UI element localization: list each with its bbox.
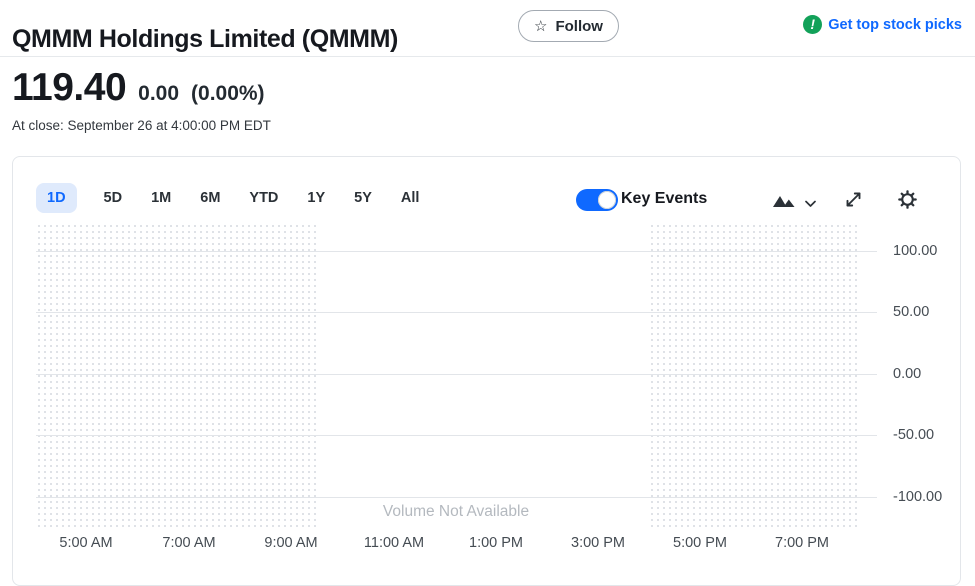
premarket-session-shading (36, 223, 316, 531)
range-tab-6m[interactable]: 6M (198, 183, 222, 213)
x-axis-tick: 1:00 PM (469, 535, 523, 551)
chart-type-selector[interactable] (773, 194, 816, 213)
x-axis-tick: 7:00 AM (162, 535, 215, 551)
y-axis-tick: 0.00 (893, 366, 921, 382)
y-axis-tick: -100.00 (893, 489, 942, 505)
volume-not-available-note: Volume Not Available (383, 503, 529, 521)
page-title: QMMM Holdings Limited (QMMM) (12, 25, 398, 54)
follow-label: Follow (555, 18, 603, 35)
settings-gear-icon[interactable] (897, 189, 918, 210)
gridline (36, 435, 877, 436)
price-change-percent: (0.00%) (191, 82, 265, 106)
star-icon: ☆ (534, 19, 547, 34)
gridline (36, 312, 877, 313)
gridline (36, 374, 877, 375)
price-chart-plot[interactable]: 100.00 50.00 0.00 -50.00 -100.00 5:00 AM… (36, 223, 861, 531)
x-axis-tick: 3:00 PM (571, 535, 625, 551)
range-tab-1y[interactable]: 1Y (305, 183, 327, 213)
fullscreen-expand-icon[interactable] (844, 190, 863, 209)
at-close-timestamp: At close: September 26 at 4:00:00 PM EDT (12, 118, 271, 133)
range-tab-all[interactable]: All (399, 183, 422, 213)
chart-card: 1D 5D 1M 6M YTD 1Y 5Y All Key Events (12, 156, 961, 586)
y-axis-tick: -50.00 (893, 427, 934, 443)
mountain-chart-icon (773, 194, 797, 213)
x-axis-tick: 9:00 AM (264, 535, 317, 551)
x-axis-tick: 5:00 AM (59, 535, 112, 551)
price-row: 119.40 0.00 (0.00%) (12, 66, 265, 110)
range-tab-1d[interactable]: 1D (36, 183, 77, 213)
y-axis-tick: 100.00 (893, 243, 937, 259)
range-tab-ytd[interactable]: YTD (247, 183, 280, 213)
x-axis-tick: 7:00 PM (775, 535, 829, 551)
x-axis-tick: 5:00 PM (673, 535, 727, 551)
get-top-stock-picks-link[interactable]: ! Get top stock picks (803, 15, 962, 34)
gridline (36, 251, 877, 252)
range-tabs: 1D 5D 1M 6M YTD 1Y 5Y All (36, 183, 421, 213)
chevron-down-icon (805, 195, 816, 213)
gridline (36, 497, 877, 498)
afterhours-session-shading (649, 223, 861, 531)
key-events-label: Key Events (621, 190, 707, 208)
range-tab-5d[interactable]: 5D (102, 183, 125, 213)
header: QMMM Holdings Limited (QMMM) ☆ Follow ! … (0, 0, 975, 57)
price-change: 0.00 (138, 82, 179, 106)
current-price: 119.40 (12, 66, 126, 110)
range-tab-1m[interactable]: 1M (149, 183, 173, 213)
toggle-knob (598, 191, 616, 209)
quote-page: QMMM Holdings Limited (QMMM) ☆ Follow ! … (0, 0, 975, 575)
range-tab-5y[interactable]: 5Y (352, 183, 374, 213)
key-events-toggle[interactable] (576, 189, 618, 211)
premium-badge-icon: ! (803, 15, 822, 34)
x-axis-tick: 11:00 AM (364, 535, 424, 551)
follow-button[interactable]: ☆ Follow (518, 10, 619, 42)
y-axis-tick: 50.00 (893, 304, 929, 320)
promo-label: Get top stock picks (828, 17, 962, 33)
